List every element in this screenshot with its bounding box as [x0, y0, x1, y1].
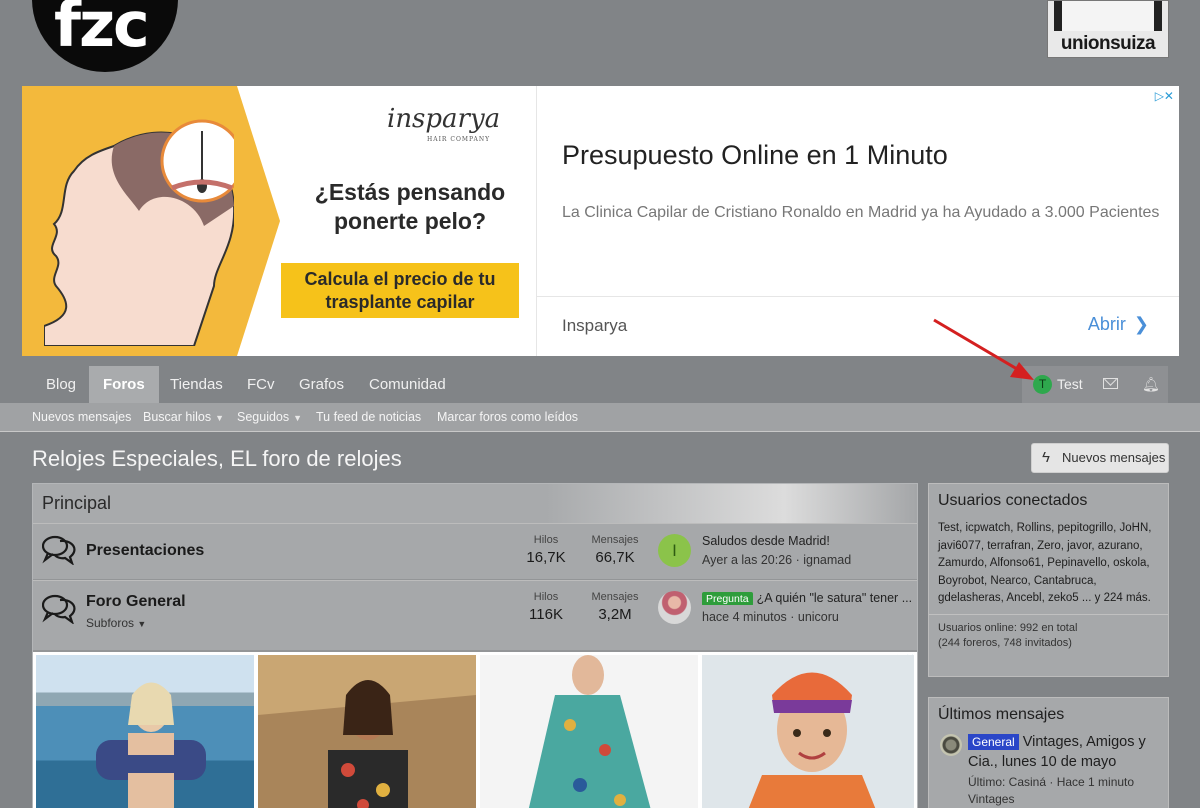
- widget-title[interactable]: Usuarios conectados: [929, 484, 1168, 518]
- ad-photo[interactable]: [480, 655, 698, 808]
- threads-stat: Hilos 16,7K: [526, 534, 566, 566]
- subnav-buscar-hilos[interactable]: Buscar hilos ▼: [143, 403, 224, 433]
- forum-tag: General: [968, 734, 1019, 750]
- caret-down-icon: ▼: [137, 619, 147, 629]
- ad-photo[interactable]: [36, 655, 254, 808]
- caret-down-icon: ▼: [293, 413, 303, 423]
- post-meta[interactable]: Último: Casiná · Hace 1 minuto Vintages: [968, 774, 1134, 808]
- ad-title[interactable]: Presupuesto Online en 1 Minuto: [562, 140, 948, 171]
- sponsor-graphic: [1054, 1, 1162, 31]
- forum-node: Foro General Subforos ▼ Hilos 116K Mensa…: [33, 580, 917, 650]
- node-title-link[interactable]: Foro General: [86, 593, 186, 611]
- head-illustration: [44, 119, 234, 346]
- ad-text-panel[interactable]: ▷✕ Presupuesto Online en 1 Minuto La Cli…: [536, 86, 1179, 356]
- caret-down-icon: ▼: [215, 413, 225, 423]
- adchoices-icon[interactable]: ▷✕: [1155, 89, 1174, 103]
- ad-brand-logo: insparya HAIR COMPANY: [387, 104, 501, 143]
- page-title: Relojes Especiales, EL foro de relojes: [32, 446, 402, 471]
- question-badge: Pregunta: [702, 592, 753, 605]
- chevron-right-icon: ❯: [1133, 314, 1149, 334]
- ad-open-button[interactable]: Abrir ❯: [1088, 314, 1149, 335]
- ad-image[interactable]: insparya HAIR COMPANY ¿Estás pensando pon…: [22, 86, 536, 356]
- ad-advertiser: Insparya: [562, 316, 628, 335]
- ad-cta-button[interactable]: Calcula el precio de tu trasplante capil…: [281, 263, 519, 318]
- last-post-meta[interactable]: hace 4 minutos · unicoru: [702, 610, 839, 624]
- main-nav: Blog Foros Tiendas FCv Grafos Comunidad …: [32, 366, 1168, 403]
- posts-stat: Mensajes 3,2M: [591, 591, 639, 623]
- threads-stat: Hilos 116K: [529, 591, 563, 623]
- new-posts-button[interactable]: ϟ Nuevos mensajes: [1031, 443, 1169, 473]
- username-link[interactable]: Test: [1057, 366, 1083, 403]
- ad-photo[interactable]: [258, 655, 476, 808]
- tab-comunidad[interactable]: Comunidad: [369, 366, 446, 403]
- subnav-nuevos-mensajes[interactable]: Nuevos mensajes: [32, 403, 131, 432]
- forum-category: Principal Presentaciones Hilos 16,7K Men…: [32, 483, 918, 808]
- bolt-icon: ϟ: [1042, 449, 1050, 466]
- post-title-link[interactable]: General Vintages, Amigos y Cia., lunes 10…: [968, 732, 1164, 772]
- online-users-widget: Usuarios conectados Test, icpwatch, Roll…: [928, 483, 1169, 677]
- node-title-link[interactable]: Presentaciones: [86, 542, 204, 560]
- widget-title[interactable]: Últimos mensajes: [929, 698, 1168, 732]
- avatar[interactable]: T: [1033, 375, 1052, 394]
- avatar[interactable]: [940, 734, 962, 756]
- chat-bubbles-icon: [42, 594, 76, 624]
- chat-bubbles-icon: [42, 535, 76, 565]
- online-users-list[interactable]: Test, icpwatch, Rollins, pepitogrillo, J…: [929, 518, 1168, 614]
- ad-footer: Insparya Abrir ❯: [537, 296, 1179, 356]
- mail-icon[interactable]: [1103, 378, 1118, 389]
- subforums-toggle[interactable]: Subforos ▼: [86, 616, 146, 630]
- subnav-marcar-leidos[interactable]: Marcar foros como leídos: [437, 403, 578, 432]
- sub-nav: Nuevos mensajes Buscar hilos ▼ Seguidos ▼ …: [0, 403, 1200, 432]
- sponsor-logo[interactable]: unionsuiza: [1047, 0, 1169, 58]
- last-post-title[interactable]: Saludos desde Madrid!: [702, 534, 912, 548]
- avatar[interactable]: I: [658, 534, 691, 567]
- tab-fcv[interactable]: FCv: [247, 366, 275, 403]
- last-post-title[interactable]: Pregunta ¿A quién "le satura" tener ...: [702, 591, 912, 605]
- tab-grafos[interactable]: Grafos: [299, 366, 344, 403]
- ad-banner[interactable]: insparya HAIR COMPANY ¿Estás pensando pon…: [22, 86, 1179, 356]
- user-menu: T Test 🔔︎: [1022, 366, 1168, 403]
- forum-node: Presentaciones Hilos 16,7K Mensajes 66,7…: [33, 523, 917, 579]
- last-post-meta[interactable]: Ayer a las 20:26 · ignamad: [702, 553, 851, 567]
- tab-tiendas[interactable]: Tiendas: [170, 366, 223, 403]
- subnav-feed[interactable]: Tu feed de noticias: [316, 403, 421, 432]
- tab-blog[interactable]: Blog: [46, 366, 76, 403]
- bell-icon[interactable]: 🔔︎: [1142, 376, 1160, 393]
- category-title[interactable]: Principal: [33, 484, 917, 523]
- avatar[interactable]: [658, 591, 691, 624]
- ad-description: La Clinica Capilar de Cristiano Ronaldo …: [562, 204, 1160, 221]
- photo-ad-strip[interactable]: ▷✕: [33, 652, 917, 808]
- ad-photo[interactable]: [702, 655, 914, 808]
- posts-stat: Mensajes 66,7K: [591, 534, 639, 566]
- latest-posts-widget: Últimos mensajes General Vintages, Amigos…: [928, 697, 1169, 808]
- ad-question: ¿Estás pensando ponerte pelo?: [314, 179, 506, 234]
- subnav-seguidos[interactable]: Seguidos ▼: [237, 403, 302, 433]
- tab-foros[interactable]: Foros: [89, 366, 159, 403]
- online-total: Usuarios online: 992 en total (244 forer…: [929, 613, 1168, 657]
- list-item: General Vintages, Amigos y Cia., lunes 10…: [929, 732, 1168, 808]
- site-logo[interactable]: fzc: [32, 0, 178, 72]
